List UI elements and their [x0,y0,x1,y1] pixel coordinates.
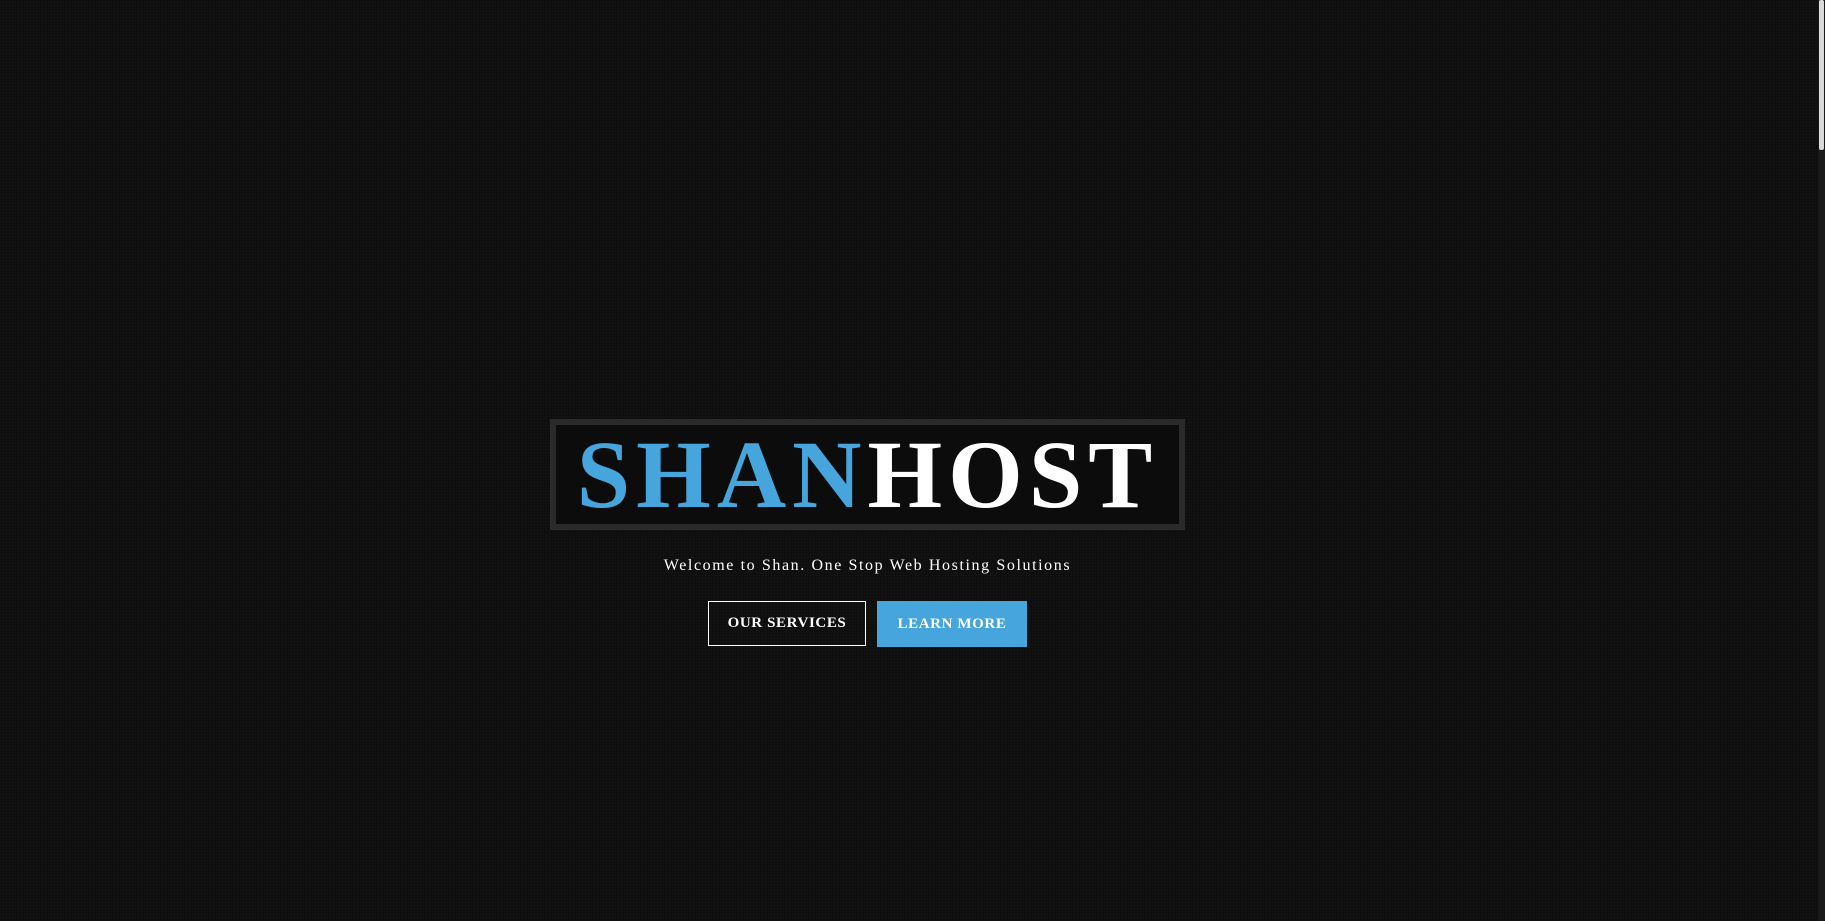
site-logo: SHANHOST [550,419,1185,530]
our-services-button[interactable]: OUR SERVICES [708,601,866,646]
logo-text-host: HOST [867,420,1159,528]
logo-wordmark: SHANHOST [577,426,1158,523]
page-viewport: SHANHOST Welcome to Shan. One Stop Web H… [0,0,1818,921]
hero-section: SHANHOST Welcome to Shan. One Stop Web H… [0,419,1735,647]
learn-more-button[interactable]: LEARN MORE [877,601,1027,647]
vertical-scrollbar[interactable] [1818,0,1825,921]
logo-text-shan: SHAN [576,420,868,528]
hero-tagline: Welcome to Shan. One Stop Web Hosting So… [663,557,1072,574]
hero-buttons: OUR SERVICES LEARN MORE [708,601,1027,647]
scrollbar-thumb[interactable] [1819,0,1824,150]
